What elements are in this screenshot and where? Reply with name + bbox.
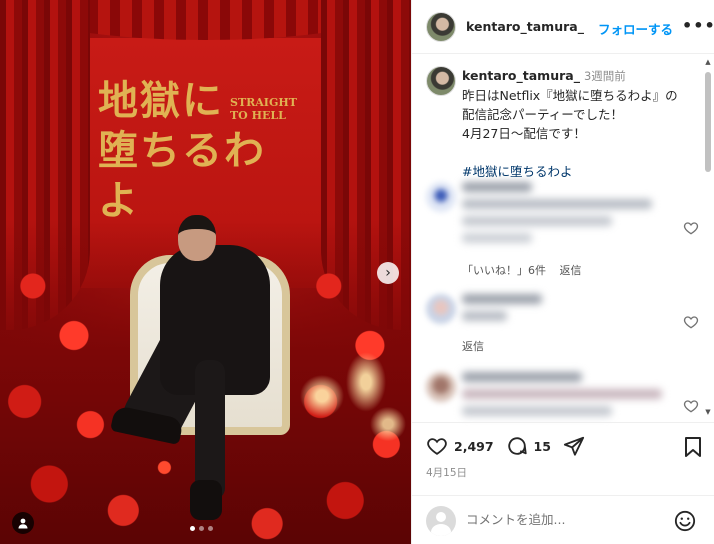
emoji-icon[interactable] [674,510,696,532]
comment-like-icon[interactable] [683,220,699,236]
comment-meta: 「いいね！」6件 返信 [462,262,592,278]
caption-username[interactable]: kentaro_tamura_ [462,68,580,83]
caption-line: 4月27日〜配信です！ [462,126,586,141]
poster-title-en-line1: STRAIGHT [230,96,297,109]
scroll-up-icon[interactable]: ▲ [704,58,712,66]
post-date[interactable]: 4月15日 [426,465,467,480]
comments-scrollbar[interactable]: ▲ ▼ [704,58,712,418]
post-header: kentaro_tamura_ フォローする ••• [412,0,714,54]
post-actions: 2,497 15 4月15日 [412,422,714,544]
poster-title-en: STRAIGHT TO HELL [230,96,297,122]
action-row: 2,497 15 [426,435,585,457]
avatar[interactable] [426,66,456,96]
post-side-panel: kentaro_tamura_ フォローする ••• kentaro_tamur… [411,0,714,544]
carousel-dot [199,526,204,531]
comment-reply-button[interactable]: 返信 [560,264,582,277]
add-comment-bar [412,495,714,544]
comment-avatar[interactable] [426,294,456,324]
next-slide-button[interactable]: › [377,262,399,284]
comment-blurred-text [462,182,652,250]
caption-text: kentaro_tamura_ 3週間前 昨日はNetflix『地獄に堕ちるわよ』… [462,66,706,181]
carousel-dot [208,526,213,531]
like-count[interactable]: 2,497 [454,439,494,454]
comment-like-icon[interactable] [683,314,699,330]
more-icon[interactable]: ••• [682,16,714,35]
avatar [426,506,456,536]
avatar[interactable] [426,11,456,42]
scroll-down-icon[interactable]: ▼ [704,408,712,416]
chevron-right-icon: › [385,265,391,281]
header-username[interactable]: kentaro_tamura_ [466,19,584,34]
tagged-users-button[interactable] [12,512,34,534]
caption-time[interactable]: 3週間前 [584,69,626,83]
bookmark-icon[interactable] [684,437,702,457]
comment-avatar[interactable] [426,182,456,212]
comment-input[interactable] [466,512,666,527]
caption-line: 配信記念パーティーでした！ [462,107,624,122]
person-shoe [190,480,222,520]
comment-blurred-text [462,294,542,328]
caption-line: 昨日はNetflix『地獄に堕ちるわよ』の [462,88,678,103]
person-leg [195,360,225,500]
carousel-dot [190,526,195,531]
poster-title-en-line2: TO HELL [230,109,286,122]
comment-blurred-text [462,372,662,423]
follow-button[interactable]: フォローする [598,19,673,38]
comment-icon[interactable] [506,435,528,457]
comment-count[interactable]: 15 [534,439,551,454]
poster-title-jp-line2: 堕ちるわよ [98,127,266,224]
candle-lights [300,340,410,480]
comment-meta: 返信 [462,338,494,354]
carousel-dots [190,526,213,531]
scrollbar-thumb[interactable] [705,72,711,172]
share-icon[interactable] [563,435,585,457]
user-tag-icon [18,518,28,529]
comment-avatar[interactable] [426,372,456,402]
comment-reply-button[interactable]: 返信 [462,340,484,353]
comment-like-icon[interactable] [683,398,699,414]
post-photo[interactable]: 地獄に 堕ちるわよ STRAIGHT TO HELL › [0,0,411,544]
comment-likes[interactable]: 「いいね！」6件 [462,264,546,277]
heart-icon[interactable] [426,435,448,457]
caption-hashtag[interactable]: #地獄に堕ちるわよ [462,162,706,181]
person-head [178,215,216,261]
